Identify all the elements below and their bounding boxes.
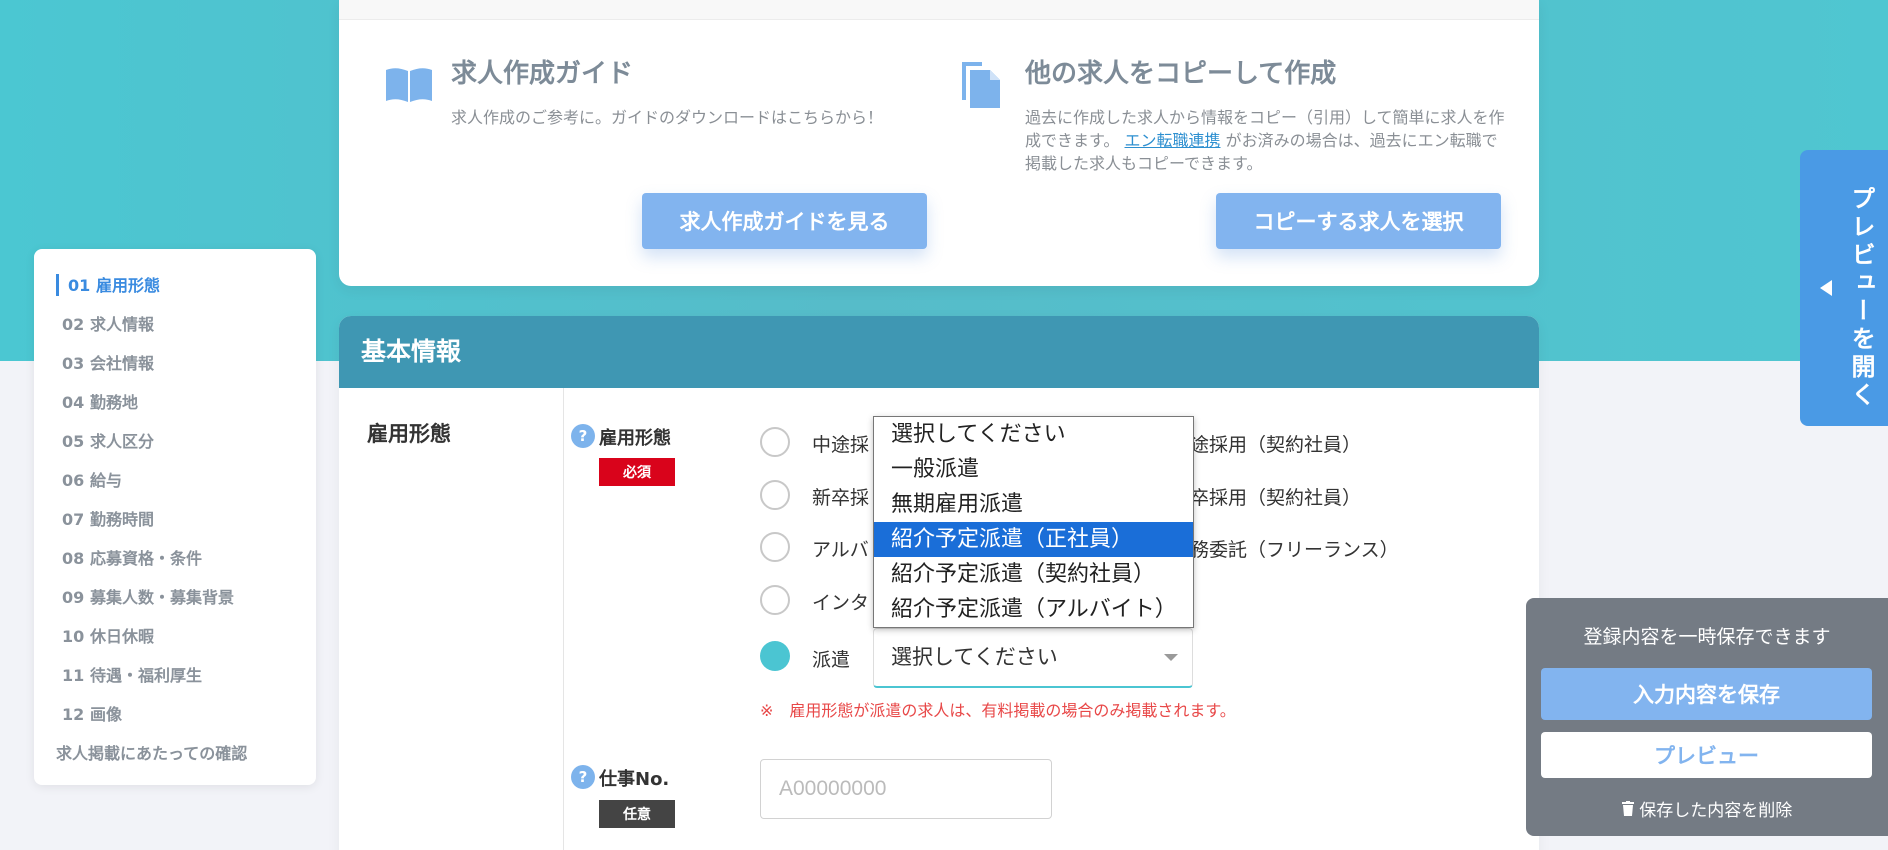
dropdown-option[interactable]: 紹介予定派遣（契約社員） — [874, 557, 1193, 592]
triangle-left-icon — [1820, 280, 1832, 300]
help-icon[interactable]: ? — [571, 424, 595, 448]
copy-title: 他の求人をコピーして作成 — [1025, 59, 1337, 89]
section-header: 基本情報 — [339, 316, 1539, 388]
en-tenshoku-link[interactable]: エン転職連携 — [1125, 131, 1221, 150]
nav-label: 応募資格・条件 — [90, 549, 203, 568]
radio-label-new-contract: 卒採用（契約社員） — [1190, 487, 1362, 509]
dropdown-option[interactable]: 紹介予定派遣（アルバイト） — [874, 592, 1193, 627]
section-nav: 01 雇用形態 02 求人情報 03 会社情報 04 勤務地 05 求人区分 06 給与 0… — [34, 249, 316, 785]
select-copy-job-button[interactable]: コピーする求人を選択 — [1216, 193, 1501, 249]
field-label-job-no: 仕事No. — [599, 769, 670, 790]
nav-item-12[interactable]: 12 画像 — [62, 701, 122, 725]
nav-num: 06 — [62, 471, 85, 490]
nav-item-05[interactable]: 05 求人区分 — [62, 428, 154, 452]
active-indicator — [56, 274, 59, 296]
job-no-input[interactable]: A00000000 — [760, 759, 1052, 819]
nav-item-10[interactable]: 10 休日休暇 — [62, 623, 154, 647]
nav-num: 04 — [62, 393, 85, 412]
nav-label: 雇用形態 — [96, 276, 161, 295]
dropdown-option[interactable]: 無期雇用派遣 — [874, 487, 1193, 522]
nav-item-03[interactable]: 03 会社情報 — [62, 350, 154, 374]
nav-num: 11 — [62, 666, 85, 685]
radio-mid-career[interactable] — [760, 427, 790, 457]
copy-document-icon — [958, 58, 1004, 116]
radio-label-freelance: 務委託（フリーランス） — [1190, 539, 1399, 561]
guide-desc: 求人作成のご参考に。ガイドのダウンロードはこちらから！ — [451, 108, 884, 127]
radio-arbeit[interactable] — [760, 532, 790, 562]
nav-num: 09 — [62, 588, 85, 607]
haken-note: ※ 雇用形態が派遣の求人は、有料掲載の場合のみ掲載されます。 — [760, 701, 1236, 720]
nav-label: 休日休暇 — [90, 627, 155, 646]
section-label: 雇用形態 — [367, 422, 451, 446]
nav-num: 12 — [62, 705, 85, 724]
select-value: 選択してください — [891, 645, 1058, 669]
save-input-button[interactable]: 入力内容を保存 — [1541, 668, 1872, 720]
book-icon — [384, 64, 434, 108]
copy-column: 他の求人をコピーして作成 過去に作成した求人から情報をコピー（引用）して簡単に求… — [1025, 56, 1505, 175]
dropdown-option-selected[interactable]: 紹介予定派遣（正社員） — [874, 522, 1193, 557]
nav-num: 03 — [62, 354, 85, 373]
chevron-down-icon — [1164, 654, 1178, 661]
label-column — [339, 388, 564, 850]
radio-label-haken: 派遣 — [812, 649, 851, 671]
radio-label-mid-career: 中途採 — [812, 434, 870, 456]
radio-label-new-grad: 新卒採 — [812, 487, 870, 509]
nav-num: 01 — [68, 276, 91, 295]
field-label-employment: 雇用形態 — [599, 428, 671, 449]
nav-label: 勤務地 — [90, 393, 139, 412]
save-panel-text: 登録内容を一時保存できます — [1583, 626, 1831, 648]
open-preview-tab[interactable]: プレビューを開く — [1800, 150, 1888, 426]
help-icon[interactable]: ? — [571, 765, 595, 789]
nav-num: 08 — [62, 549, 85, 568]
optional-badge: 任意 — [599, 800, 675, 828]
guide-title: 求人作成ガイド — [451, 59, 634, 89]
copy-desc: 過去に作成した求人から情報をコピー（引用）して簡単に求人を作成できます。 エン転… — [1025, 106, 1505, 175]
radio-haken[interactable] — [760, 641, 790, 671]
nav-item-11[interactable]: 11 待遇・福利厚生 — [62, 662, 202, 686]
trash-icon — [1621, 801, 1639, 821]
nav-label: 求人区分 — [90, 432, 155, 451]
radio-label-arbeit: アルバ — [812, 539, 869, 561]
nav-item-confirm[interactable]: 求人掲載にあたっての確認 — [56, 740, 247, 764]
nav-num: 05 — [62, 432, 85, 451]
radio-intern[interactable] — [760, 585, 790, 615]
nav-label: 会社情報 — [90, 354, 155, 373]
radio-label-mid-contract: 途採用（契約社員） — [1190, 434, 1362, 456]
required-badge: 必須 — [599, 458, 675, 486]
dropdown-option[interactable]: 選択してください — [874, 417, 1193, 452]
preview-button[interactable]: プレビュー — [1541, 732, 1872, 778]
haken-type-dropdown: 選択してください 一般派遣 無期雇用派遣 紹介予定派遣（正社員） 紹介予定派遣（… — [873, 416, 1194, 628]
nav-label: 募集人数・募集背景 — [90, 588, 235, 607]
nav-item-02[interactable]: 02 求人情報 — [62, 311, 154, 335]
nav-item-08[interactable]: 08 応募資格・条件 — [62, 545, 202, 569]
open-preview-label: プレビューを開く — [1847, 186, 1875, 410]
nav-num: 02 — [62, 315, 85, 334]
dropdown-option[interactable]: 一般派遣 — [874, 452, 1193, 487]
nav-item-09[interactable]: 09 募集人数・募集背景 — [62, 584, 234, 608]
radio-label-intern: インタ — [812, 592, 870, 614]
nav-num: 10 — [62, 627, 85, 646]
guide-column: 求人作成ガイド 求人作成のご参考に。ガイドのダウンロードはこちらから！ — [451, 56, 911, 129]
nav-label: 勤務時間 — [90, 510, 155, 529]
top-card-strip — [339, 0, 1539, 20]
save-panel: 登録内容を一時保存できます 入力内容を保存 プレビュー 保存した内容を削除 — [1526, 598, 1888, 836]
nav-label: 求人情報 — [90, 315, 155, 334]
nav-item-06[interactable]: 06 給与 — [62, 467, 122, 491]
nav-label: 待遇・福利厚生 — [90, 666, 203, 685]
delete-saved-link[interactable]: 保存した内容を削除 — [1526, 796, 1888, 821]
radio-new-grad[interactable] — [760, 480, 790, 510]
nav-num: 07 — [62, 510, 85, 529]
nav-item-01[interactable]: 01 雇用形態 — [68, 272, 160, 296]
nav-label: 画像 — [90, 705, 123, 724]
nav-label: 給与 — [90, 471, 123, 490]
nav-item-07[interactable]: 07 勤務時間 — [62, 506, 154, 530]
haken-type-select[interactable]: 選択してください — [873, 628, 1193, 688]
delete-saved-label: 保存した内容を削除 — [1639, 801, 1793, 821]
nav-item-04[interactable]: 04 勤務地 — [62, 389, 138, 413]
view-guide-button[interactable]: 求人作成ガイドを見る — [642, 193, 927, 249]
